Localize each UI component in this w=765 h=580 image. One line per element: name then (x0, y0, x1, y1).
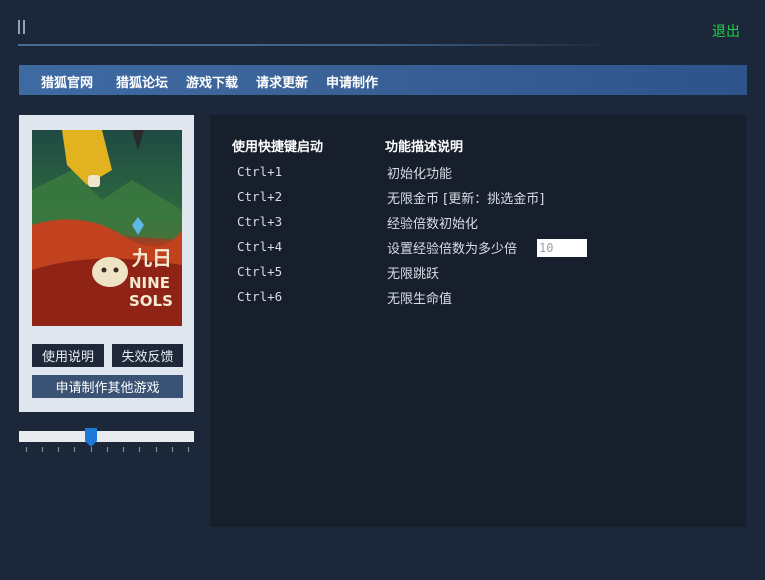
desc-ctrl6: 无限生命值 (387, 292, 453, 307)
nav-apply-make[interactable]: 申请制作 (326, 72, 378, 91)
hotkey-ctrl3: Ctrl+3 (237, 214, 283, 229)
hotkey-column-header: 使用快捷键启动 (232, 140, 324, 155)
slider-ticks (26, 447, 190, 453)
hotkey-table: 使用快捷键启动 功能描述说明 Ctrl+1 初始化功能 Ctrl+2 无限金币 … (210, 115, 746, 527)
desc-ctrl4: 设置经验倍数为多少倍 (387, 242, 518, 257)
game-cover-image: 九日 NINE SOLS (32, 130, 182, 326)
slider-track[interactable] (19, 431, 194, 442)
hotkey-ctrl5: Ctrl+5 (237, 264, 283, 279)
hotkey-ctrl1: Ctrl+1 (237, 164, 283, 179)
hotkey-ctrl2: Ctrl+2 (237, 189, 283, 204)
request-other-game-button[interactable]: 申请制作其他游戏 (32, 375, 183, 398)
multiplier-input[interactable] (537, 239, 587, 257)
slider-thumb[interactable] (84, 428, 97, 447)
header-divider (18, 44, 618, 46)
top-nav: 猎狐官网 猎狐论坛 游戏下载 请求更新 申请制作 (19, 65, 747, 95)
cover-title-cn: 九日 (131, 246, 172, 270)
desc-ctrl1: 初始化功能 (387, 167, 453, 182)
desc-ctrl2: 无限金币 [更新：挑选金币] (387, 192, 545, 207)
feedback-button[interactable]: 失效反馈 (112, 344, 183, 367)
exit-link[interactable]: 退出 (712, 21, 740, 41)
hotkey-ctrl6: Ctrl+6 (237, 289, 283, 304)
nav-forum[interactable]: 猎狐论坛 (116, 72, 168, 91)
cover-title-en-2: SOLS (129, 292, 173, 310)
desc-ctrl5: 无限跳跃 (387, 267, 440, 282)
nav-official-site[interactable]: 猎狐官网 (41, 72, 93, 91)
hotkey-ctrl4: Ctrl+4 (237, 239, 283, 254)
description-column-header: 功能描述说明 (385, 140, 464, 155)
instructions-button[interactable]: 使用说明 (32, 344, 104, 367)
game-panel: 九日 NINE SOLS 使用说明 失效反馈 申请制作其他游戏 (19, 115, 194, 412)
desc-ctrl3: 经验倍数初始化 (387, 217, 479, 232)
nav-request-update[interactable]: 请求更新 (256, 72, 308, 91)
cover-title-en-1: NINE (129, 274, 170, 292)
nav-game-download[interactable]: 游戏下载 (186, 72, 238, 91)
pause-icon[interactable] (18, 20, 25, 34)
